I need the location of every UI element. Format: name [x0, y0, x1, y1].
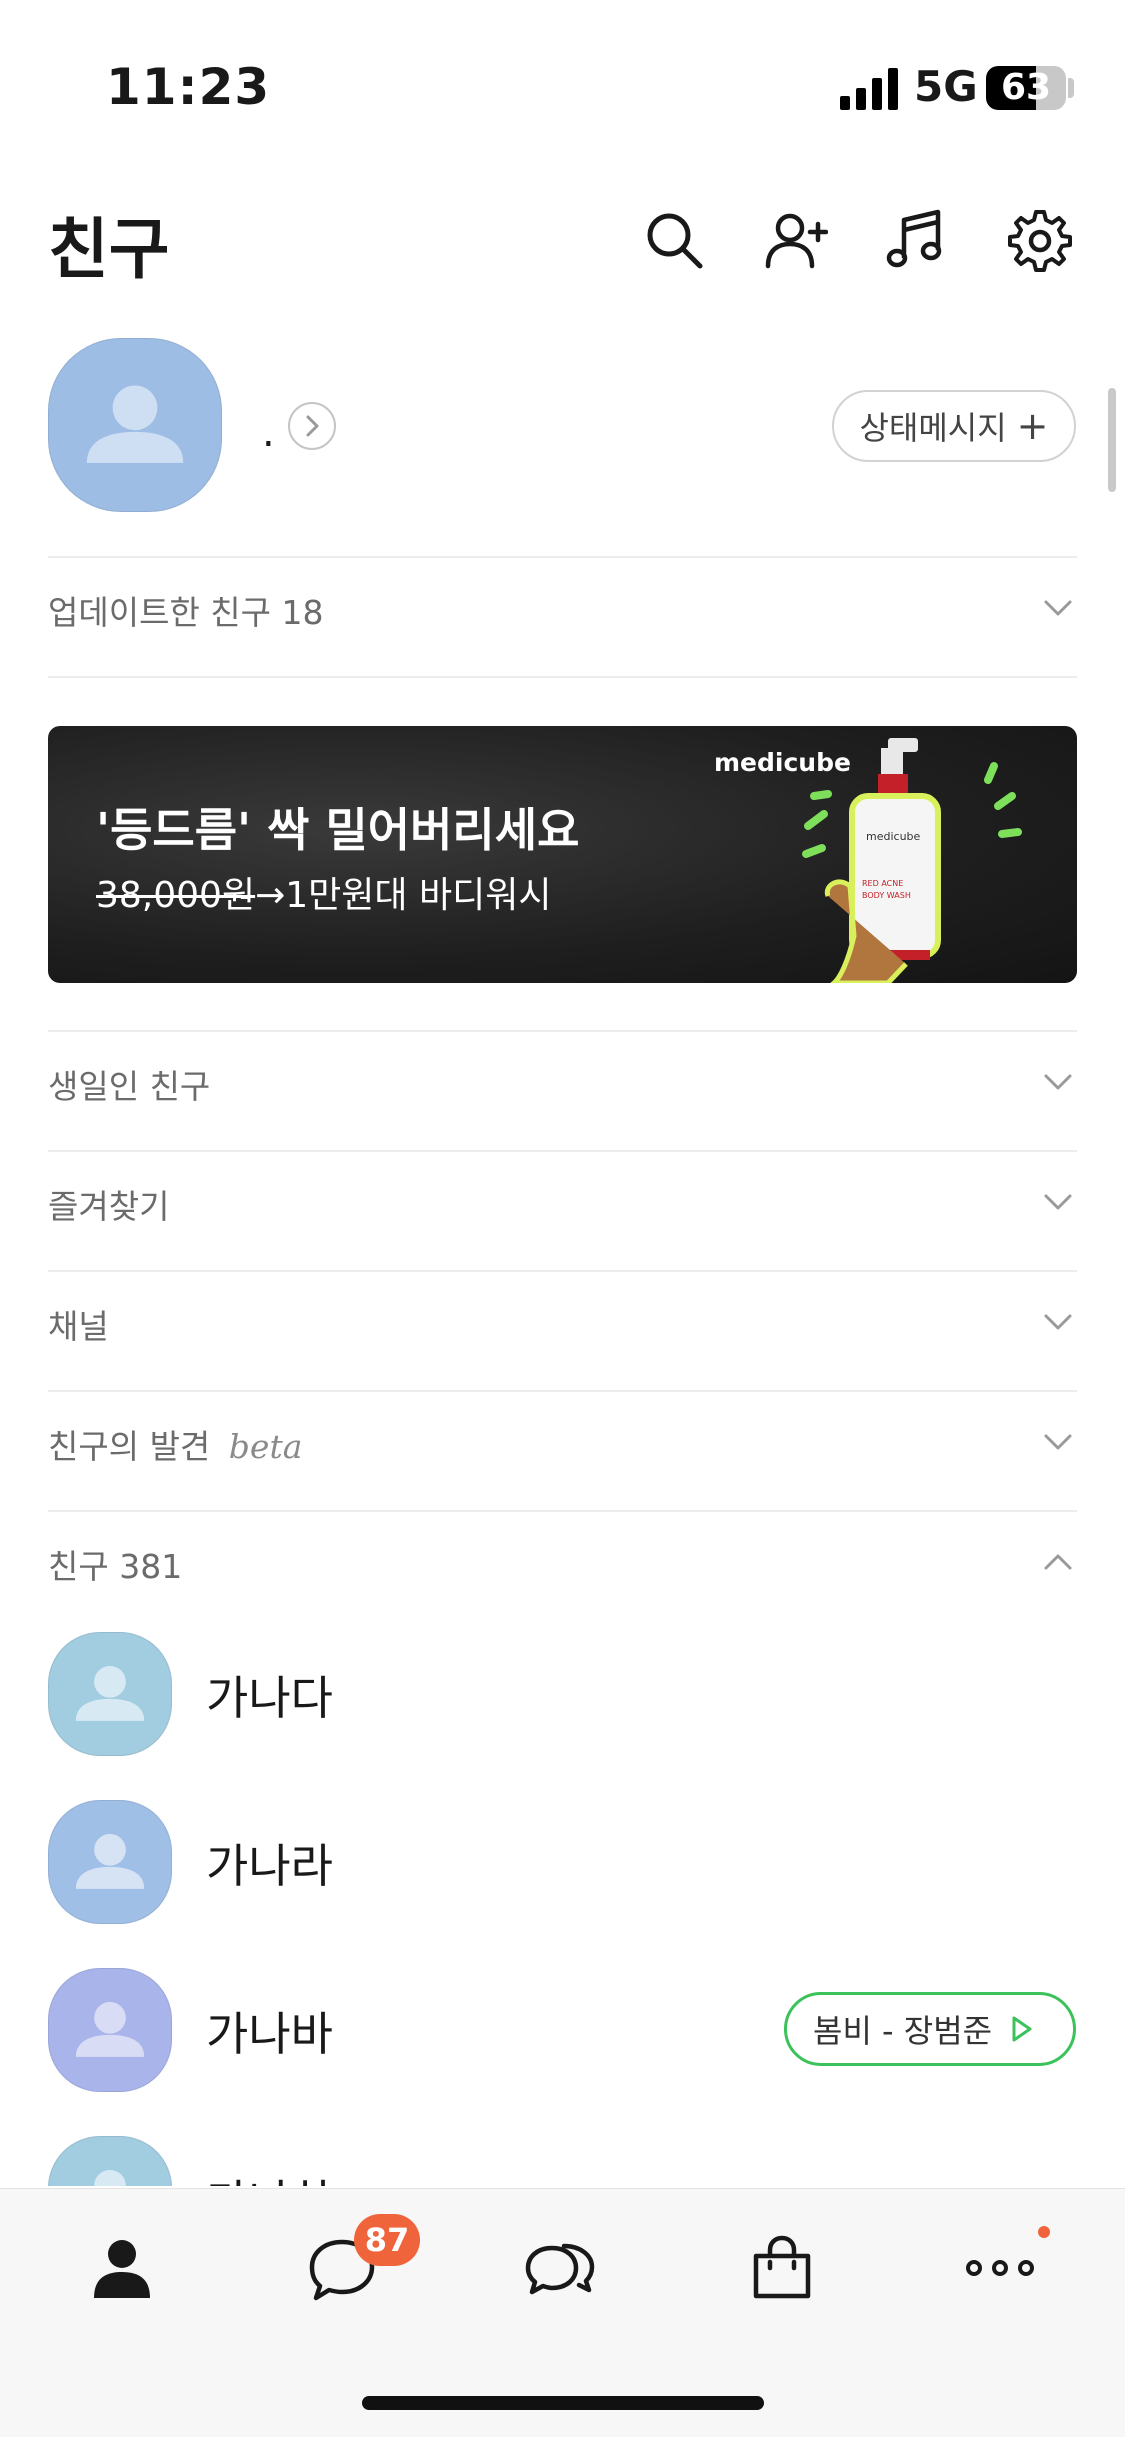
product-label: BODY WASH: [862, 891, 911, 900]
friend-name: 가나라: [206, 1839, 333, 1893]
more-dots-icon[interactable]: [964, 2232, 1036, 2304]
settings-icon[interactable]: [1008, 208, 1072, 272]
section-updated-friends[interactable]: 업데이트한 친구 18: [48, 586, 324, 634]
battery-cap: [1068, 78, 1074, 98]
friend-name: 가나다: [206, 1671, 333, 1725]
home-indicator[interactable]: [362, 2396, 764, 2410]
page-title: 친구: [48, 211, 170, 288]
new-notification-dot: [1038, 2226, 1050, 2238]
friend-avatar[interactable]: [48, 1632, 172, 1756]
divider: [48, 1030, 1077, 1032]
friend-avatar[interactable]: [48, 1968, 172, 2092]
battery-icon: 63: [986, 66, 1066, 110]
friend-avatar[interactable]: [48, 1800, 172, 1924]
search-icon[interactable]: [642, 208, 706, 272]
friend-row[interactable]: 가나라: [0, 1788, 1125, 1956]
cellular-signal-icon: [840, 68, 898, 110]
section-favorites[interactable]: 즐겨찾기: [48, 1180, 169, 1228]
divider: [48, 1510, 1077, 1512]
chevron-down-icon[interactable]: [1040, 1184, 1076, 1220]
chevron-up-icon[interactable]: [1040, 1544, 1076, 1580]
section-friend-discovery[interactable]: 친구의 발견 beta: [48, 1420, 302, 1468]
chevron-down-icon[interactable]: [1040, 1064, 1076, 1100]
friend-avatar[interactable]: [48, 2136, 172, 2186]
battery-percent: 63: [1000, 67, 1052, 108]
profile-music-label: 봄비 - 장범준: [813, 2012, 993, 2050]
product-bottle-image: medicube RED ACNE BODY WASH: [802, 738, 1022, 983]
shopping-bag-tab-icon[interactable]: [746, 2232, 818, 2304]
product-label: RED ACNE: [862, 879, 903, 888]
add-friend-icon[interactable]: [764, 208, 828, 272]
status-message-label: 상태메시지: [859, 409, 1007, 447]
section-friend-discovery-label: 친구의 발견: [48, 1427, 211, 1466]
my-profile-avatar[interactable]: [48, 338, 222, 512]
divider: [48, 1390, 1077, 1392]
play-icon: [1012, 2016, 1032, 2042]
person-placeholder-icon: [75, 1665, 145, 1721]
chat-unread-badge: 87: [354, 2214, 420, 2266]
person-placeholder-icon: [86, 385, 184, 463]
friend-name: 가나하: [206, 2166, 333, 2186]
friend-name: 가나바: [206, 2007, 333, 2061]
chevron-down-icon[interactable]: [1040, 1304, 1076, 1340]
divider: [48, 1150, 1077, 1152]
banner-subtitle: 38,000원→1만원대 바디워시: [96, 866, 551, 918]
person-placeholder-icon: [75, 1833, 145, 1889]
status-time: 11:23: [106, 58, 271, 116]
beta-label: beta: [228, 1427, 303, 1466]
divider: [48, 556, 1077, 558]
banner-title: '등드름' 싹 밀어버리세요: [96, 803, 580, 857]
banner-old-price: 38,000원: [96, 875, 256, 916]
status-message-button[interactable]: 상태메시지 +: [832, 390, 1076, 462]
ad-banner[interactable]: '등드름' 싹 밀어버리세요 38,000원→1만원대 바디워시 medicub…: [48, 726, 1077, 983]
chevron-down-icon[interactable]: [1040, 590, 1076, 626]
music-icon[interactable]: [884, 208, 948, 272]
my-profile-name[interactable]: .: [262, 410, 275, 456]
person-placeholder-icon: [94, 2169, 126, 2186]
section-birthday-friends[interactable]: 생일인 친구: [48, 1060, 210, 1108]
product-label: medicube: [866, 830, 921, 843]
profile-detail-chevron-icon[interactable]: [288, 402, 336, 450]
chevron-down-icon[interactable]: [1040, 1424, 1076, 1460]
plus-icon: +: [1016, 404, 1049, 448]
openchat-tab-icon[interactable]: [524, 2232, 596, 2304]
friends-list: 가나다 가나라 가나바 가나하: [0, 1620, 1125, 2186]
network-type: 5G: [914, 62, 978, 111]
divider: [48, 676, 1077, 678]
friend-row[interactable]: 가나다: [0, 1620, 1125, 1788]
banner-new-price: →1만원대 바디워시: [255, 875, 552, 916]
scrollbar[interactable]: [1108, 388, 1116, 492]
friends-tab-icon[interactable]: [86, 2232, 158, 2304]
section-channel[interactable]: 채널: [48, 1300, 109, 1348]
person-placeholder-icon: [75, 2001, 145, 2057]
friend-row[interactable]: 가나하: [0, 2124, 1125, 2186]
divider: [48, 1270, 1077, 1272]
section-friends-count[interactable]: 친구 381: [48, 1540, 182, 1588]
profile-music-button[interactable]: 봄비 - 장범준: [784, 1992, 1076, 2066]
